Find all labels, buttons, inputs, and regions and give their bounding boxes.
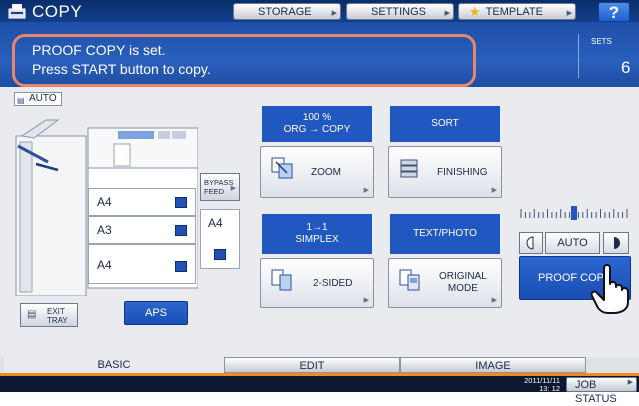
template-button[interactable]: ★ TEMPLATE ▶ [458,3,576,20]
tray-3-size: A4 [97,258,112,272]
template-label: TEMPLATE [485,5,543,18]
half-circle-dark-icon [614,237,620,249]
triangle-icon: ▶ [363,187,369,194]
app-title: COPY [32,2,83,21]
paper-auto-label: AUTO [29,93,57,104]
half-circle-light-icon [526,236,534,250]
aps-button[interactable]: APS [124,301,188,325]
density-lighter-button[interactable] [519,232,543,254]
sort-label: SORT [431,118,459,129]
sets-value: 6 [621,58,631,77]
star-icon: ★ [469,3,481,19]
duplex-mode: 1→1 [306,222,328,233]
sets-label: SETS [591,37,612,46]
copy-icon [8,3,26,19]
bypass-paper-size[interactable]: A4 [200,209,240,269]
tray-paper-level-icon [175,261,187,272]
triangle-icon: ▶ [363,297,369,304]
tray-1[interactable]: A4 [88,188,196,216]
sort-header: SORT [390,106,500,142]
zoom-label: ZOOM [311,167,341,178]
density-level-marker [571,206,577,220]
duplex-header: 1→1 SIMPLEX [262,214,372,254]
exit-tray-label-2: TRAY [47,316,68,325]
job-status-label: JOB STATUS [575,379,617,405]
paper-auto-button[interactable]: ▤ AUTO [14,92,62,106]
tray-paper-level-icon [175,197,187,208]
tray-1-size: A4 [97,195,112,209]
pointing-hand-icon [588,264,634,314]
bypass-feed-button[interactable]: BYPASS FEED ▶ [200,173,240,201]
triangle-icon: ▶ [491,297,497,304]
storage-label: STORAGE [258,5,312,18]
exit-tray-label-1: EXIT [47,307,65,316]
finishing-label: FINISHING [437,167,488,178]
triangle-icon: ▶ [444,10,450,17]
triangle-icon: ▶ [230,185,236,192]
tray-paper-level-icon [214,249,226,260]
tray-paper-level-icon [175,225,187,236]
triangle-icon: ▶ [627,379,633,386]
two-sided-label: 2-SIDED [313,278,353,289]
original-mode-button[interactable]: ORIGINAL MODE ▶ [388,258,502,308]
original-mode-icon [399,269,420,291]
triangle-icon: ▶ [331,10,337,17]
tray-3[interactable]: A4 [88,244,196,284]
date-time: 2011/11/11 13: 12 [520,377,560,393]
zoom-header: 100 % ORG → COPY [262,106,372,142]
triangle-icon: ▶ [566,10,572,17]
tab-basic[interactable]: BASIC [4,357,224,373]
mode-value: TEXT/PHOTO [413,228,477,239]
settings-button[interactable]: SETTINGS ▶ [346,3,454,20]
triangle-icon: ▶ [491,187,497,194]
finishing-icon [400,159,418,178]
two-sided-icon [271,269,292,291]
tab-image[interactable]: IMAGE [400,357,586,373]
exit-tray-icon: ▤ [27,309,37,320]
message-line-2: Press START button to copy. [32,61,211,77]
zoom-button[interactable]: ZOOM ▶ [260,146,374,198]
original-mode-label: ORIGINAL MODE [439,271,487,295]
storage-button[interactable]: STORAGE ▶ [233,3,341,20]
density-darker-button[interactable] [603,232,629,254]
tray-2-size: A3 [97,223,112,237]
tab-edit[interactable]: EDIT [224,357,400,373]
zoom-ratio: 100 % [302,112,332,123]
two-sided-button[interactable]: 2-SIDED ▶ [260,258,374,308]
duplex-simplex: SIMPLEX [295,234,339,245]
zoom-org-copy: ORG → COPY [283,124,351,135]
bypass-paper-label: A4 [208,216,223,230]
original-mode-label-1: ORIGINAL [439,271,487,282]
original-mode-label-2: MODE [447,283,478,294]
mode-header: TEXT/PHOTO [390,214,500,254]
exit-tray-button[interactable]: ▤ EXIT TRAY [20,303,78,327]
zoom-icon [271,157,293,179]
help-button[interactable]: ? [598,2,630,22]
job-status-button[interactable]: JOB STATUS ▶ [566,377,637,405]
density-auto-button[interactable]: AUTO [545,232,600,254]
sets-divider [578,34,579,78]
finishing-button[interactable]: FINISHING ▶ [388,146,502,198]
tray-2[interactable]: A3 [88,216,196,244]
settings-label: SETTINGS [371,5,427,18]
density-scale[interactable] [517,206,631,220]
message-line-1: PROOF COPY is set. [32,42,166,58]
